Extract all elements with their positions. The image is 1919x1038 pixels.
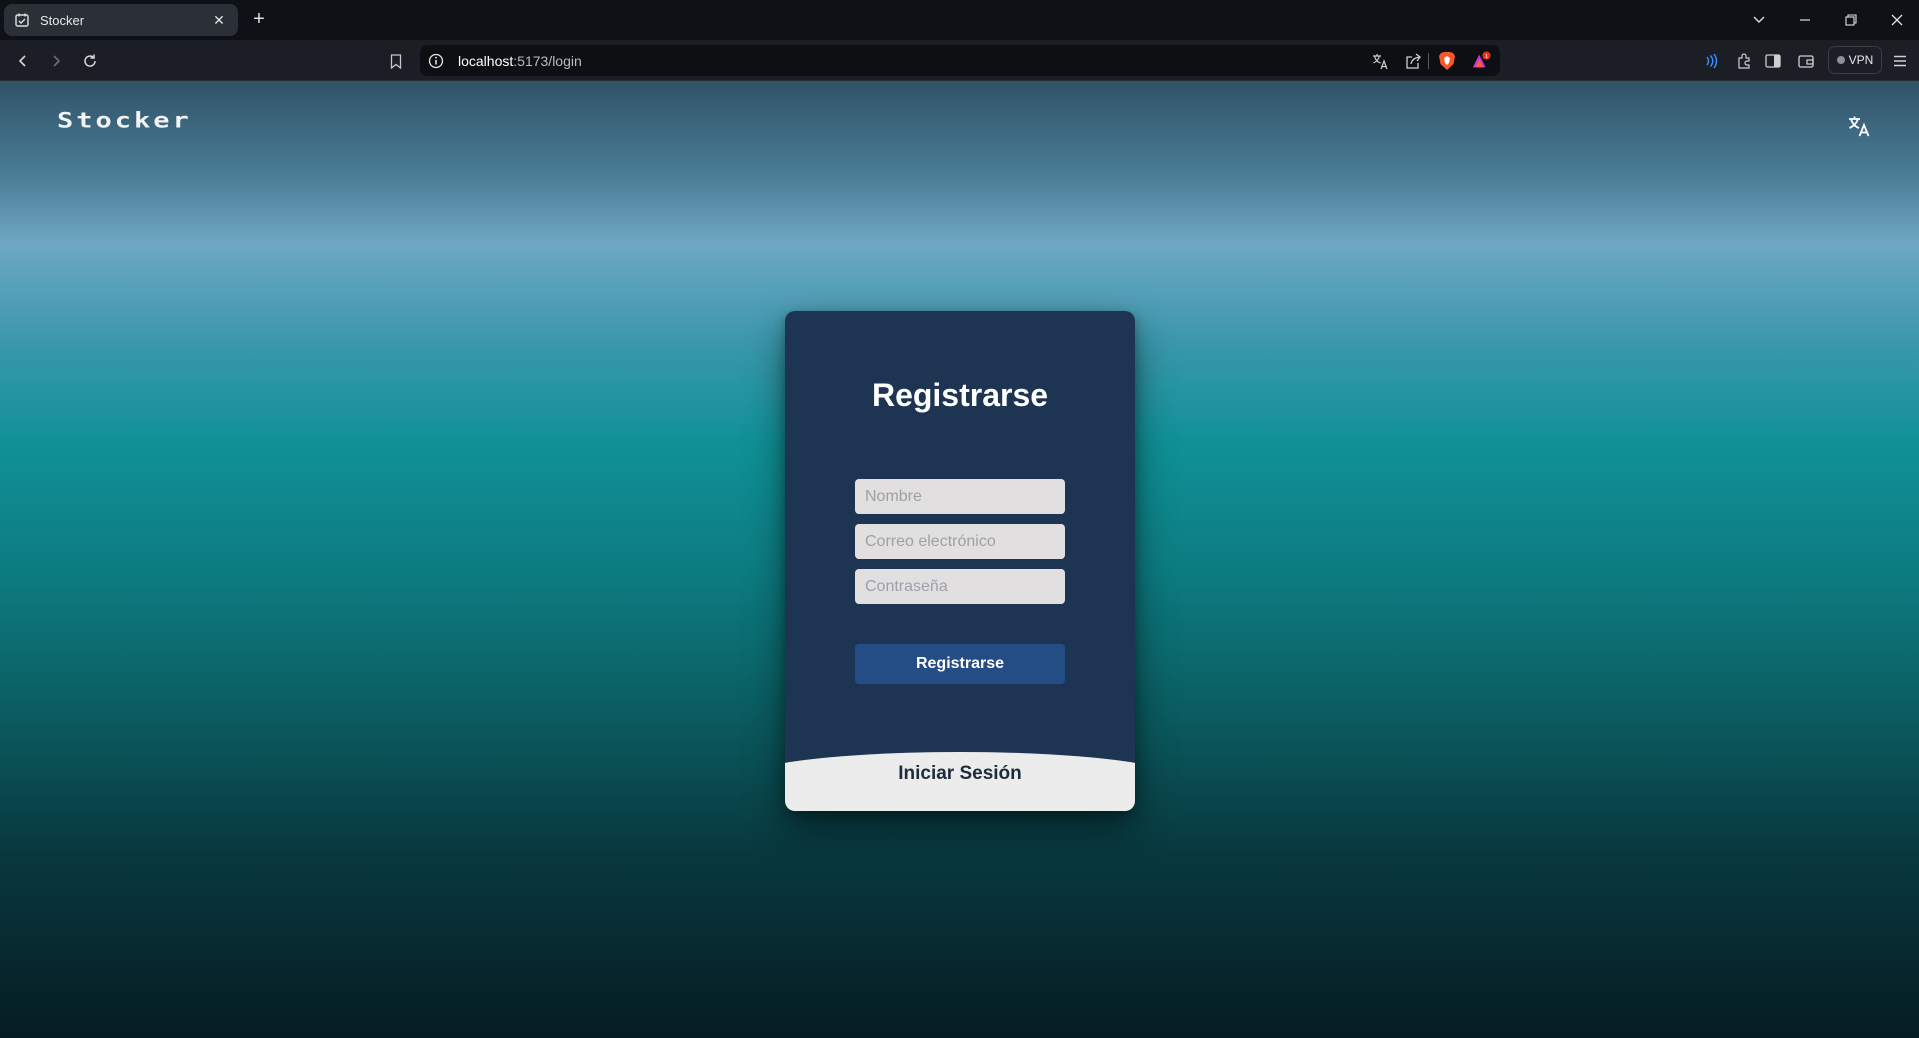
brand-logo[interactable]: Stocker <box>57 109 192 133</box>
vpn-label: VPN <box>1848 53 1874 67</box>
address-bar[interactable]: localhost:5173/login 1 <box>420 45 1500 76</box>
extensions-icon[interactable] <box>1733 50 1755 72</box>
page-viewport: Stocker Registrarse Registrarse Iniciar … <box>0 81 1919 1038</box>
reload-icon[interactable] <box>77 48 103 74</box>
brave-rewards-icon[interactable]: 1 <box>1471 51 1491 71</box>
forward-icon[interactable] <box>43 48 69 74</box>
share-icon[interactable] <box>1403 51 1423 71</box>
restore-icon[interactable] <box>1828 8 1874 32</box>
address-divider <box>1428 53 1429 69</box>
menu-icon[interactable] <box>1889 50 1911 72</box>
url-host: localhost <box>458 53 514 69</box>
brave-shields-icon[interactable] <box>1437 51 1457 71</box>
browser-tab-strip: Stocker ✕ + <box>0 0 1919 40</box>
browser-tab[interactable]: Stocker ✕ <box>4 4 238 36</box>
email-field[interactable] <box>855 524 1065 559</box>
login-switch-label[interactable]: Iniciar Sesión <box>785 763 1135 785</box>
close-icon[interactable]: ✕ <box>210 11 228 29</box>
chevron-down-icon[interactable] <box>1736 8 1782 32</box>
svg-text:1: 1 <box>1485 54 1488 60</box>
vpn-status-icon <box>1836 56 1845 64</box>
plus-icon[interactable]: + <box>248 9 270 31</box>
register-button[interactable]: Registrarse <box>855 644 1065 684</box>
bookmark-icon[interactable] <box>383 48 409 74</box>
minimize-icon[interactable] <box>1782 8 1828 32</box>
info-icon[interactable] <box>428 53 444 69</box>
sidebar-icon[interactable] <box>1762 50 1784 72</box>
url-text: localhost:5173/login <box>458 53 582 69</box>
translate-icon[interactable] <box>1846 113 1872 139</box>
vpn-button[interactable]: VPN <box>1828 46 1882 74</box>
name-field[interactable] <box>855 479 1065 514</box>
back-icon[interactable] <box>10 48 36 74</box>
calendar-check-icon <box>14 12 30 28</box>
password-field[interactable] <box>855 569 1065 604</box>
browser-toolbar: localhost:5173/login 1 VPN <box>0 40 1919 81</box>
leo-ai-icon[interactable] <box>1700 50 1722 72</box>
register-card: Registrarse Registrarse Iniciar Sesión <box>785 311 1135 811</box>
wallet-icon[interactable] <box>1795 50 1817 72</box>
url-path: :5173/login <box>513 53 582 69</box>
close-icon[interactable] <box>1874 8 1919 32</box>
form-title: Registrarse <box>871 377 1049 413</box>
translate-icon[interactable] <box>1370 51 1390 71</box>
tab-title: Stocker <box>40 12 85 28</box>
